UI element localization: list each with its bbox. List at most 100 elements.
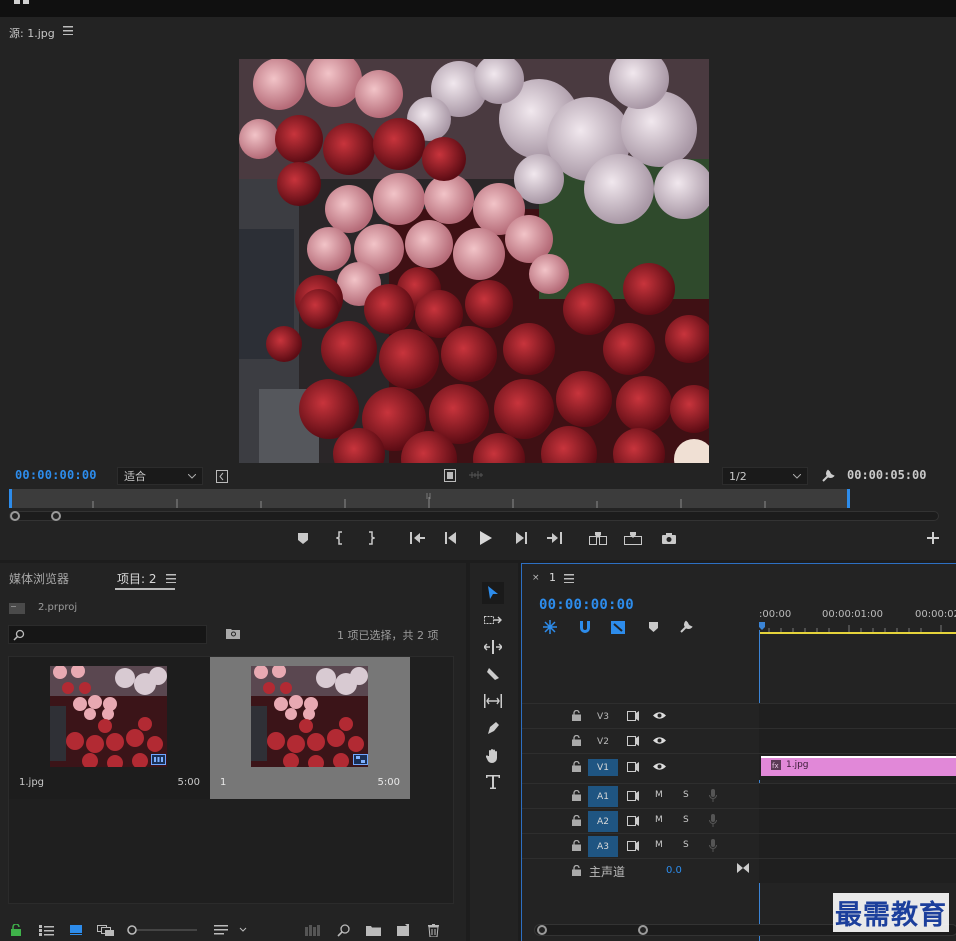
sync-lock-icon[interactable] bbox=[627, 841, 639, 851]
eye-icon[interactable] bbox=[653, 711, 666, 720]
snap-magnet-icon[interactable] bbox=[576, 619, 594, 635]
project-item-1jpg[interactable]: 1.jpg 5:00 bbox=[9, 657, 210, 799]
close-tab-icon[interactable]: × bbox=[532, 573, 540, 583]
track-body[interactable] bbox=[759, 809, 956, 833]
automate-to-sequence-icon[interactable] bbox=[303, 922, 321, 938]
drag-video-only-icon[interactable] bbox=[443, 467, 457, 483]
go-to-end-icon[interactable] bbox=[737, 863, 749, 873]
button-editor-plus-icon[interactable] bbox=[923, 528, 943, 548]
mute-button[interactable]: M bbox=[655, 840, 663, 850]
lock-icon[interactable] bbox=[572, 710, 581, 721]
source-zoom-scrollbar[interactable] bbox=[9, 511, 939, 521]
sync-lock-icon[interactable] bbox=[627, 736, 639, 746]
play-icon[interactable] bbox=[476, 528, 496, 548]
playback-resolution-select[interactable]: 1/2 bbox=[722, 467, 808, 485]
eye-icon[interactable] bbox=[653, 762, 666, 771]
lock-icon[interactable] bbox=[572, 735, 581, 746]
tab-project[interactable]: 项目: 2 bbox=[117, 570, 157, 587]
microphone-icon[interactable] bbox=[709, 814, 717, 828]
track-body[interactable] bbox=[759, 704, 956, 728]
mark-in-icon[interactable] bbox=[330, 528, 350, 548]
razor-tool-icon[interactable] bbox=[482, 663, 504, 685]
track-label[interactable]: A3 bbox=[588, 836, 618, 857]
solo-button[interactable]: S bbox=[683, 815, 689, 825]
track-body[interactable] bbox=[759, 859, 956, 883]
slip-tool-icon[interactable] bbox=[482, 690, 504, 712]
tab-media-browser[interactable]: 媒体浏览器 bbox=[9, 570, 69, 587]
scroll-right-handle[interactable] bbox=[51, 511, 61, 521]
eye-icon[interactable] bbox=[653, 736, 666, 745]
trash-icon[interactable] bbox=[424, 922, 442, 938]
pen-tool-icon[interactable] bbox=[482, 717, 504, 739]
lock-icon[interactable] bbox=[572, 790, 581, 801]
workspace-grid-icon[interactable] bbox=[14, 0, 32, 4]
microphone-icon[interactable] bbox=[709, 839, 717, 853]
track-body[interactable] bbox=[759, 834, 956, 858]
zoom-fit-select[interactable]: 适合 bbox=[117, 467, 203, 485]
mute-button[interactable]: M bbox=[655, 815, 663, 825]
icon-view-icon[interactable] bbox=[67, 922, 85, 938]
track-label[interactable]: V3 bbox=[588, 708, 618, 725]
new-bin-icon[interactable] bbox=[364, 922, 382, 938]
step-forward-icon[interactable] bbox=[511, 528, 531, 548]
track-select-forward-icon[interactable] bbox=[482, 609, 504, 631]
add-marker-icon[interactable] bbox=[644, 619, 662, 635]
project-search-input[interactable] bbox=[8, 625, 207, 644]
drag-audio-only-icon[interactable] bbox=[467, 468, 485, 482]
track-body[interactable] bbox=[759, 784, 956, 808]
insert-icon[interactable] bbox=[588, 528, 608, 548]
new-search-bin-icon[interactable] bbox=[225, 626, 241, 640]
scroll-left-handle[interactable] bbox=[10, 511, 20, 521]
hand-tool-icon[interactable] bbox=[482, 744, 504, 766]
panel-menu-icon[interactable] bbox=[164, 571, 178, 585]
sync-lock-icon[interactable] bbox=[627, 816, 639, 826]
sequence-timecode[interactable]: 00:00:00:00 bbox=[539, 597, 634, 613]
step-back-icon[interactable] bbox=[441, 528, 461, 548]
scroll-right-handle[interactable] bbox=[638, 925, 648, 935]
nest-insert-icon[interactable] bbox=[541, 619, 559, 635]
camera-icon[interactable] bbox=[659, 528, 679, 548]
microphone-icon[interactable] bbox=[709, 789, 717, 803]
track-label[interactable]: V2 bbox=[588, 733, 618, 750]
mute-button[interactable]: M bbox=[655, 790, 663, 800]
track-label[interactable]: A2 bbox=[588, 811, 618, 832]
type-tool-icon[interactable] bbox=[482, 771, 504, 793]
wrench-icon[interactable] bbox=[677, 619, 695, 635]
lock-icon[interactable] bbox=[572, 761, 581, 772]
mark-out-icon[interactable] bbox=[361, 528, 381, 548]
source-time-ruler[interactable] bbox=[9, 489, 849, 508]
sync-lock-icon[interactable] bbox=[627, 762, 639, 772]
go-to-out-icon[interactable] bbox=[545, 528, 565, 548]
go-to-in-icon[interactable] bbox=[407, 528, 427, 548]
lock-icon[interactable] bbox=[572, 840, 581, 851]
track-label[interactable]: A1 bbox=[588, 786, 618, 807]
list-view-icon[interactable] bbox=[37, 922, 55, 938]
source-playhead[interactable] bbox=[9, 489, 12, 508]
new-item-icon[interactable] bbox=[394, 922, 412, 938]
panel-menu-icon[interactable] bbox=[563, 572, 575, 584]
ripple-edit-icon[interactable] bbox=[482, 636, 504, 658]
master-volume-value[interactable]: 0.0 bbox=[666, 865, 682, 876]
solo-button[interactable]: S bbox=[683, 840, 689, 850]
lock-icon[interactable] bbox=[572, 815, 581, 826]
panel-menu-icon[interactable] bbox=[62, 23, 74, 37]
source-monitor-title[interactable]: 源: 1.jpg bbox=[9, 25, 55, 41]
find-icon[interactable] bbox=[334, 922, 352, 938]
tab-sequence[interactable]: 1 bbox=[549, 571, 556, 584]
project-item-sequence-1[interactable]: 1 5:00 bbox=[210, 657, 410, 799]
insert-clip-icon[interactable] bbox=[214, 468, 230, 484]
lock-icon[interactable] bbox=[572, 865, 581, 876]
track-label[interactable]: V1 bbox=[588, 759, 618, 776]
freeform-view-icon[interactable] bbox=[95, 922, 115, 938]
timeline-time-ruler[interactable]: :00:00 00:00:01:00 00:00:02 bbox=[759, 604, 956, 634]
selection-tool-icon[interactable] bbox=[482, 582, 504, 604]
source-playhead-timecode[interactable]: 00:00:00:00 bbox=[15, 468, 97, 482]
sync-lock-icon[interactable] bbox=[627, 711, 639, 721]
add-marker-icon[interactable] bbox=[293, 528, 313, 548]
sync-lock-icon[interactable] bbox=[627, 791, 639, 801]
sort-icons-icon[interactable] bbox=[213, 922, 249, 938]
solo-button[interactable]: S bbox=[683, 790, 689, 800]
track-body[interactable] bbox=[759, 729, 956, 753]
thumbnail-zoom-slider[interactable] bbox=[127, 925, 197, 935]
scroll-left-handle[interactable] bbox=[537, 925, 547, 935]
